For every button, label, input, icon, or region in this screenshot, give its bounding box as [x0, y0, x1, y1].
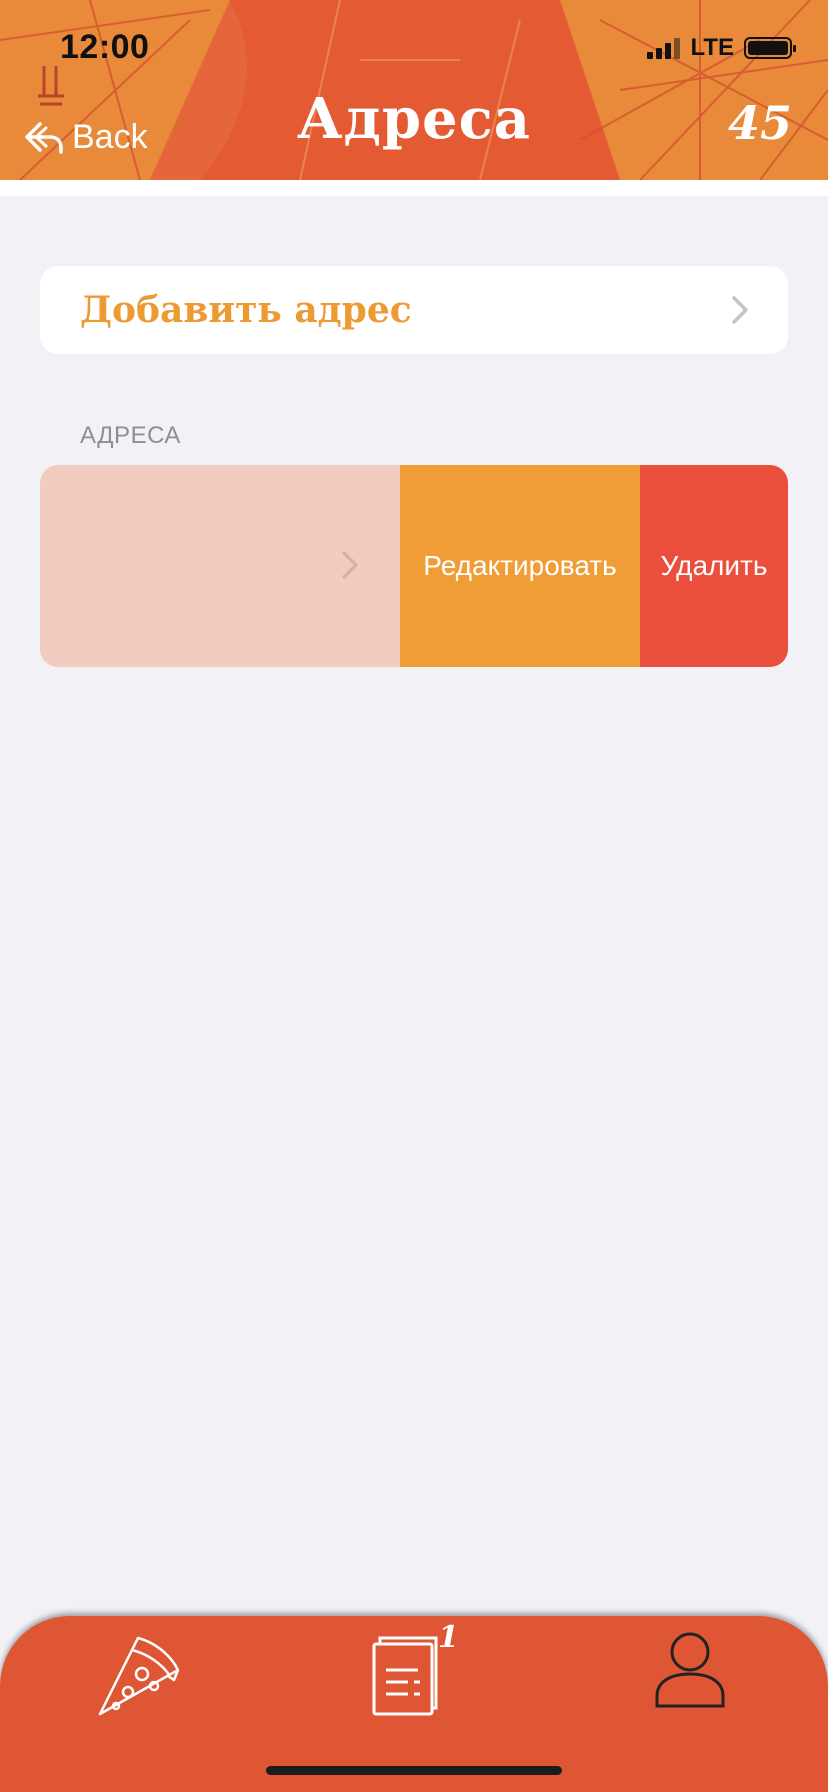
network-type: LTE	[690, 34, 734, 61]
delete-address-button[interactable]: Удалить	[640, 465, 788, 667]
chevron-right-icon	[342, 551, 358, 579]
edit-address-button[interactable]: Редактировать	[400, 465, 640, 667]
add-address-label: Добавить адрес	[80, 289, 412, 331]
receipt-icon	[372, 1636, 438, 1716]
tab-profile[interactable]	[654, 1630, 726, 1715]
battery-icon	[744, 37, 796, 59]
chevron-right-icon	[732, 296, 748, 324]
tab-orders[interactable]	[368, 1636, 438, 1723]
status-indicators: LTE	[647, 34, 796, 62]
user-icon	[655, 1632, 725, 1708]
orders-badge: 1	[438, 1620, 459, 1655]
address-item[interactable]	[40, 465, 400, 667]
status-time: 12:00	[60, 28, 150, 66]
address-row: Редактировать Удалить	[40, 465, 788, 667]
add-address-button[interactable]: Добавить адрес	[40, 266, 788, 354]
addresses-section-header: АДРЕСА	[80, 422, 181, 449]
header: 12:00 LTE Back Адреса 45	[0, 0, 828, 180]
pizza-icon	[98, 1636, 180, 1716]
signal-icon	[647, 37, 681, 59]
page-title: Адреса	[296, 86, 532, 152]
points-counter: 45	[727, 96, 792, 150]
tab-menu[interactable]	[92, 1630, 184, 1725]
home-indicator	[266, 1766, 562, 1775]
header-divider	[0, 180, 828, 196]
